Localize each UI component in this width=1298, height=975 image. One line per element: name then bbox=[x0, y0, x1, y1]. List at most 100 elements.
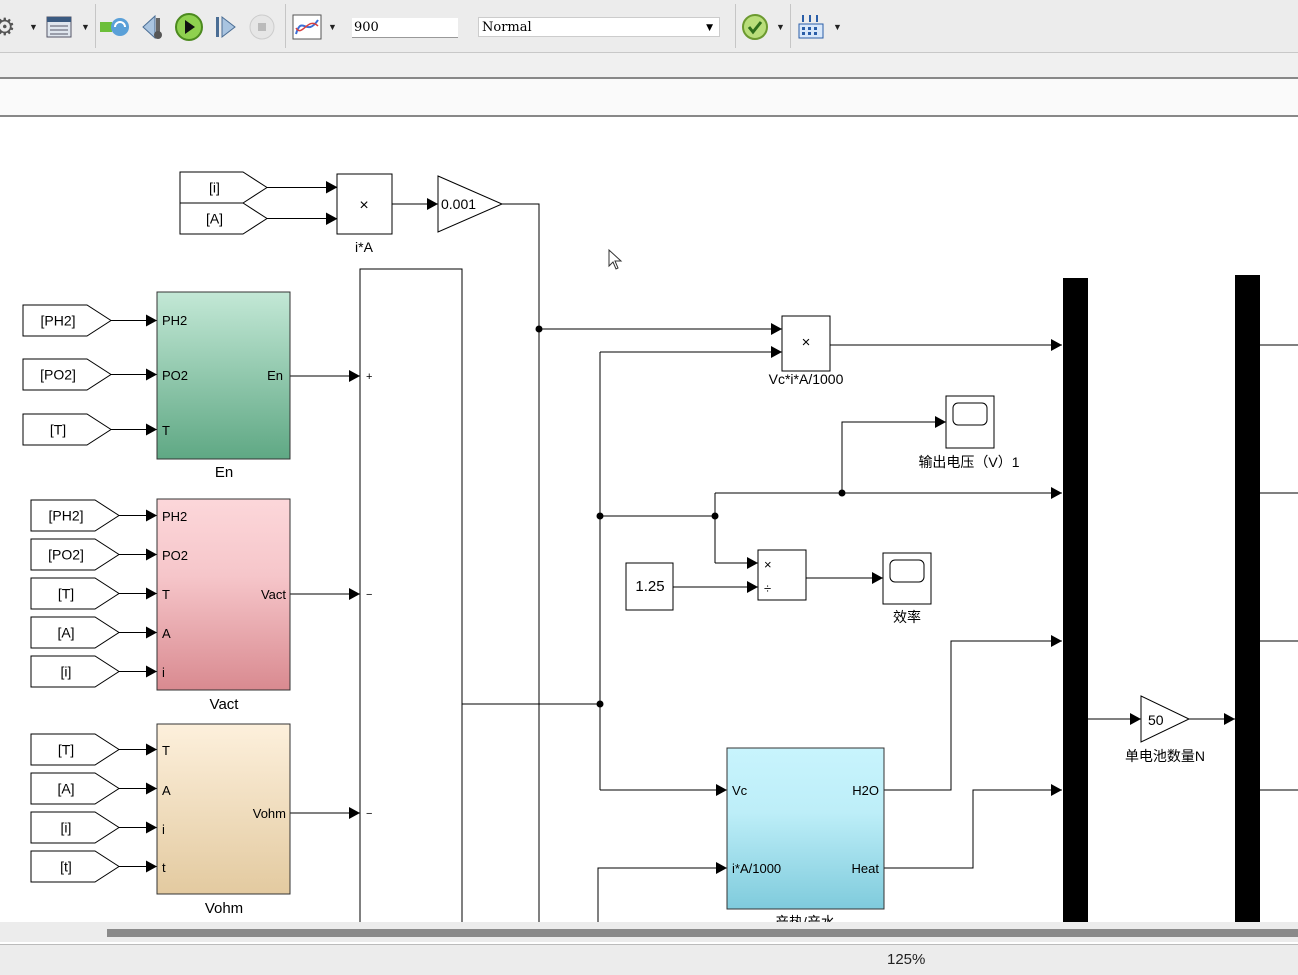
signal-line bbox=[502, 203, 540, 922]
scope-voltage-label: 输出电压（V）1 bbox=[918, 454, 1019, 470]
from-tag-ph2[interactable]: [PH2] bbox=[22, 304, 112, 337]
arrowhead bbox=[326, 181, 337, 193]
heat-port-h2o: H2O bbox=[852, 783, 879, 798]
arrowhead bbox=[349, 588, 360, 600]
heat-water-subsystem[interactable] bbox=[726, 747, 885, 910]
arrowhead bbox=[146, 860, 157, 873]
signal-line bbox=[884, 789, 1062, 869]
from-tag-a[interactable]: [A] bbox=[30, 772, 120, 805]
from-tag-po2[interactable]: [PO2] bbox=[30, 538, 120, 571]
vact-label: Vact bbox=[210, 696, 240, 713]
branch-point bbox=[596, 512, 604, 520]
from-tag-a[interactable]: [A] bbox=[179, 202, 268, 235]
from-tag-label: [PO2] bbox=[40, 367, 76, 383]
heat-port-ia: i*A/1000 bbox=[732, 861, 781, 876]
scope-screen-icon bbox=[889, 559, 925, 583]
signal-line bbox=[597, 867, 727, 922]
vohm-label: Vohm bbox=[205, 900, 243, 917]
from-tag-t[interactable]: [T] bbox=[30, 577, 120, 610]
arrowhead bbox=[146, 626, 157, 639]
stop-time-input[interactable] bbox=[352, 18, 458, 38]
block-diagram-canvas[interactable]: [i] [A] [PH2] [PO2] [T] [PH2] [PO2] [T] [A] [i] [T… bbox=[0, 118, 1298, 922]
run-icon[interactable] bbox=[174, 12, 204, 42]
sum-sign-minus: − bbox=[366, 808, 372, 820]
chevron-down-icon[interactable]: ▼ bbox=[29, 22, 38, 32]
toolbar: ⚙ ▼ ▼ ▼ Normal ▼ ▼ ▼ bbox=[0, 0, 1298, 53]
from-tag-label: [i] bbox=[61, 664, 72, 680]
branch-point bbox=[535, 325, 543, 333]
power-label: Vc*i*A/1000 bbox=[769, 371, 844, 387]
arrowhead bbox=[1051, 784, 1062, 796]
model-advisor-check-icon[interactable] bbox=[741, 12, 769, 42]
arrowhead bbox=[872, 572, 883, 584]
from-tag-label: [A] bbox=[206, 211, 223, 227]
sum-block[interactable] bbox=[359, 268, 463, 922]
build-icon[interactable] bbox=[797, 12, 825, 42]
demux-block[interactable] bbox=[1235, 275, 1260, 922]
stop-icon[interactable] bbox=[248, 12, 276, 42]
gain-n-label: 单电池数量N bbox=[1125, 748, 1205, 764]
vact-port-po2: PO2 bbox=[162, 548, 188, 563]
mux-block[interactable] bbox=[1063, 278, 1088, 922]
en-label: En bbox=[215, 464, 233, 481]
scrollbar-thumb[interactable] bbox=[107, 929, 1298, 937]
vohm-port-i: i bbox=[162, 822, 165, 837]
en-port-t: T bbox=[162, 423, 170, 438]
sum-sign-minus: − bbox=[366, 589, 372, 601]
data-inspector-icon[interactable] bbox=[292, 12, 322, 42]
arrowhead bbox=[146, 587, 157, 600]
chevron-down-icon[interactable]: ▼ bbox=[833, 22, 842, 32]
branch-point bbox=[838, 489, 846, 497]
chevron-down-icon[interactable]: ▼ bbox=[776, 22, 785, 32]
chevron-down-icon[interactable]: ▼ bbox=[81, 22, 90, 32]
from-tag-label: [i] bbox=[61, 820, 72, 836]
branch-point bbox=[711, 512, 719, 520]
from-tag-a[interactable]: [A] bbox=[30, 616, 120, 649]
constant-value: 1.25 bbox=[635, 578, 664, 595]
chevron-down-icon[interactable]: ▼ bbox=[328, 22, 337, 32]
vact-port-i: i bbox=[162, 665, 165, 680]
from-tag-i[interactable]: [i] bbox=[30, 655, 120, 688]
from-tag-label: [A] bbox=[57, 625, 74, 641]
heat-port-heat: Heat bbox=[852, 861, 880, 876]
from-tag-i[interactable]: [i] bbox=[30, 811, 120, 844]
from-tag-label: [t] bbox=[60, 859, 72, 875]
from-tag-i[interactable]: [i] bbox=[179, 171, 268, 204]
arrowhead bbox=[146, 665, 157, 678]
arrowhead bbox=[427, 198, 438, 210]
sum-sign-plus: + bbox=[366, 371, 372, 383]
arrowhead bbox=[146, 821, 157, 834]
status-bar: 125% bbox=[0, 944, 1298, 975]
arrowhead bbox=[349, 370, 360, 382]
from-tag-po2[interactable]: [PO2] bbox=[22, 358, 112, 391]
horizontal-scrollbar[interactable] bbox=[0, 922, 1298, 942]
scope-screen-icon bbox=[952, 402, 988, 426]
from-tag-t[interactable]: [t] bbox=[30, 850, 120, 883]
vact-port-out: Vact bbox=[261, 587, 286, 602]
vact-port-ph2: PH2 bbox=[162, 509, 187, 524]
arrowhead bbox=[146, 314, 157, 327]
from-tag-ph2[interactable]: [PH2] bbox=[30, 499, 120, 532]
from-tag-t[interactable]: [T] bbox=[22, 413, 112, 446]
step-back-icon[interactable] bbox=[141, 12, 167, 42]
step-forward-icon[interactable] bbox=[214, 12, 238, 42]
from-tag-label: [T] bbox=[58, 586, 74, 602]
separator bbox=[735, 4, 736, 48]
separator bbox=[790, 4, 791, 48]
arrowhead bbox=[146, 782, 157, 795]
from-tag-label: [i] bbox=[209, 180, 220, 196]
simulation-mode-select[interactable]: Normal ▼ bbox=[478, 17, 720, 37]
from-tag-t[interactable]: [T] bbox=[30, 733, 120, 766]
arrowhead bbox=[771, 323, 782, 335]
from-tag-label: [PH2] bbox=[48, 508, 83, 524]
arrowhead bbox=[146, 509, 157, 522]
update-diagram-icon[interactable] bbox=[100, 12, 132, 42]
arrowhead bbox=[1051, 487, 1062, 499]
arrowhead bbox=[146, 548, 157, 561]
settings-gear-icon[interactable]: ⚙ bbox=[0, 12, 16, 42]
divide-multiply-port: × bbox=[764, 557, 772, 572]
arrowhead bbox=[326, 213, 337, 225]
en-port-out: En bbox=[267, 368, 283, 383]
library-browser-icon[interactable] bbox=[46, 12, 72, 42]
en-port-po2: PO2 bbox=[162, 368, 188, 383]
